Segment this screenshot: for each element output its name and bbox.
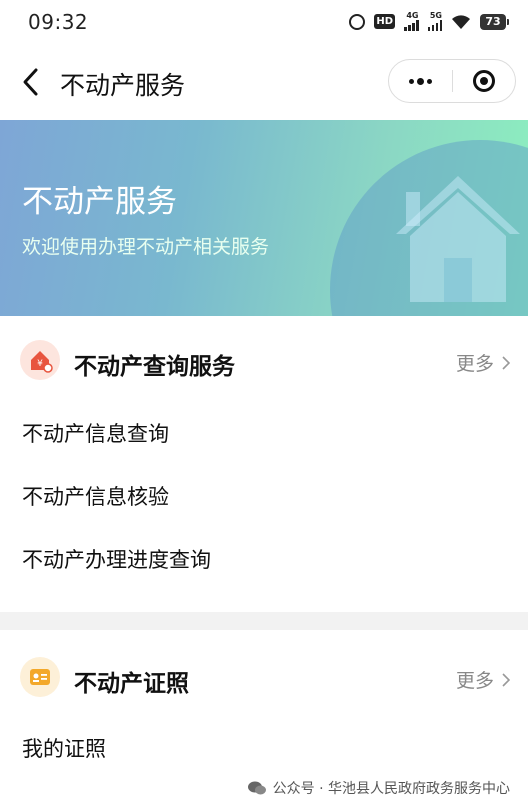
section-title: 不动产证照 <box>74 671 189 697</box>
nav-title: 不动产服务 <box>60 71 186 100</box>
list-item[interactable]: 不动产信息核验 <box>22 481 169 511</box>
chevron-right-icon <box>502 355 510 370</box>
list-item[interactable]: 不动产信息查询 <box>22 418 169 448</box>
alarm-icon <box>349 13 366 30</box>
id-card-icon <box>20 657 60 697</box>
more-label: 更多 <box>455 670 494 692</box>
more-dots-icon <box>409 78 414 84</box>
back-button[interactable] <box>18 66 46 98</box>
watermark-text: 公众号 · 华池县人民政府政务服务中心 <box>272 781 510 797</box>
section-title: 不动产查询服务 <box>74 354 235 380</box>
section-header: ¥ 不动产查询服务 更多 <box>0 316 528 406</box>
wifi-icon <box>452 14 470 29</box>
license-card: 不动产证照 更多 我的证照 公众号 · 华池县人民政府政务服务中心 <box>0 630 528 812</box>
more-link[interactable]: 更多 <box>456 349 510 376</box>
house-icon <box>396 176 520 302</box>
chevron-left-icon <box>23 68 38 96</box>
signal-5g-icon: 5G <box>427 11 442 31</box>
target-close-icon <box>473 70 495 92</box>
close-button[interactable] <box>453 60 515 102</box>
net1-label: 4G <box>406 11 419 20</box>
net2-label: 5G <box>429 11 442 20</box>
battery-icon: 73 <box>480 13 509 30</box>
status-bar: 09:32 HD 4G 5G 73 <box>0 0 528 44</box>
hd-icon: HD <box>374 14 395 29</box>
status-icons: HD 4G 5G 73 <box>349 11 509 31</box>
list-item[interactable]: 不动产办理进度查询 <box>22 544 211 574</box>
house-search-icon: ¥ <box>20 340 60 380</box>
chevron-right-icon <box>502 672 510 687</box>
wechat-icon <box>247 781 266 795</box>
signal-4g-icon: 4G <box>404 12 419 31</box>
banner-subtitle: 欢迎使用办理不动产相关服务 <box>22 236 270 258</box>
query-services-card: ¥ 不动产查询服务 更多 不动产信息查询 不动产信息核验 不动产办理进度查询 <box>0 316 528 612</box>
status-time: 09:32 <box>28 10 89 34</box>
nav-bar: 不动产服务 <box>0 44 528 120</box>
more-link[interactable]: 更多 <box>456 666 510 693</box>
mini-program-capsule <box>388 59 516 103</box>
watermark: 公众号 · 华池县人民政府政务服务中心 <box>247 778 510 798</box>
section-header: 不动产证照 更多 <box>0 630 528 720</box>
svg-text:¥: ¥ <box>37 359 43 369</box>
more-menu-button[interactable] <box>389 60 452 102</box>
list-item[interactable]: 我的证照 <box>22 733 106 763</box>
service-banner: 不动产服务 欢迎使用办理不动产相关服务 <box>0 120 528 316</box>
banner-title: 不动产服务 <box>22 184 177 220</box>
more-label: 更多 <box>455 353 494 375</box>
